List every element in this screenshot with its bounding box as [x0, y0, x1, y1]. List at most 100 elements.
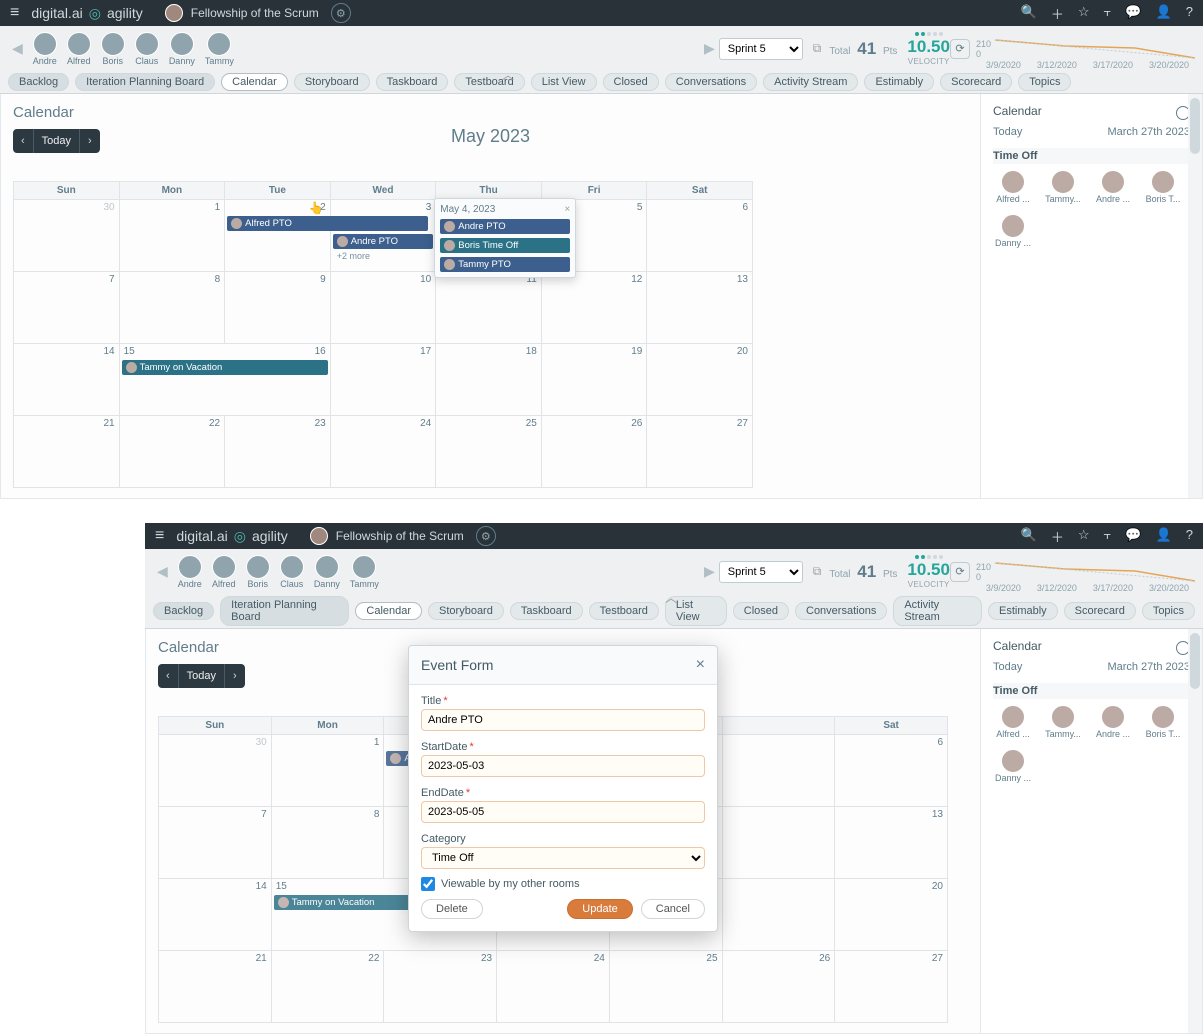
tab-storyboard[interactable]: Storyboard: [294, 73, 370, 91]
scrollbar-thumb[interactable]: [1190, 98, 1200, 154]
day-cell[interactable]: [722, 807, 835, 879]
tab-ipb[interactable]: Iteration Planning Board: [75, 73, 215, 91]
day-cell[interactable]: 30: [159, 735, 272, 807]
cal-next-button[interactable]: ›: [225, 664, 245, 688]
user-icon[interactable]: 👤: [1156, 527, 1172, 546]
chevron-up-icon[interactable]: ︿: [665, 589, 677, 606]
refresh-icon[interactable]: ⟳: [950, 562, 970, 582]
day-cell[interactable]: 4 May 4, 2023 × Andre PTO Boris Time Off…: [436, 200, 542, 272]
timeoff-person[interactable]: Danny ...: [993, 749, 1033, 783]
timeoff-person[interactable]: Andre ...: [1093, 705, 1133, 739]
day-cell[interactable]: 9: [225, 272, 331, 344]
day-cell[interactable]: 6: [647, 200, 753, 272]
day-cell[interactable]: 21: [159, 951, 272, 1023]
vertical-scrollbar[interactable]: [1188, 629, 1202, 1033]
day-cell[interactable]: 1: [119, 200, 225, 272]
event-pill[interactable]: Boris Time Off: [440, 238, 570, 253]
day-cell[interactable]: 6: [835, 735, 948, 807]
team-member[interactable]: Tammy: [205, 32, 234, 66]
day-cell[interactable]: 14: [159, 879, 272, 951]
title-input[interactable]: [421, 709, 705, 731]
event-pill[interactable]: Tammy on Vacation: [122, 360, 328, 375]
day-cell[interactable]: 25: [436, 416, 542, 488]
update-button[interactable]: Update: [567, 899, 632, 919]
tab-scorecard[interactable]: Scorecard: [940, 73, 1012, 91]
day-cell[interactable]: 17: [330, 344, 436, 416]
tab-activity[interactable]: Activity Stream: [763, 73, 858, 91]
tab-conversations[interactable]: Conversations: [795, 602, 887, 620]
puzzle-icon[interactable]: ⫟: [1104, 527, 1112, 546]
team-member[interactable]: Boris: [246, 555, 270, 589]
day-cell[interactable]: 13: [835, 807, 948, 879]
gear-icon[interactable]: ⚙: [331, 3, 351, 23]
plus-icon[interactable]: ＋: [1051, 4, 1064, 23]
day-cell[interactable]: 3 Andre PTO +2 more: [330, 200, 436, 272]
day-cell[interactable]: 26: [541, 416, 647, 488]
day-cell[interactable]: 7: [159, 807, 272, 879]
day-cell[interactable]: 21: [14, 416, 120, 488]
team-member[interactable]: Claus: [135, 32, 159, 66]
day-cell[interactable]: 22: [271, 951, 384, 1023]
close-icon[interactable]: ×: [696, 656, 705, 674]
day-cell[interactable]: 25: [609, 951, 722, 1023]
day-cell[interactable]: 22: [119, 416, 225, 488]
tab-taskboard[interactable]: Taskboard: [510, 602, 583, 620]
day-cell[interactable]: 20: [647, 344, 753, 416]
day-cell[interactable]: 18: [436, 344, 542, 416]
day-cell[interactable]: 2 👆 Alfred PTO: [225, 200, 331, 272]
event-pill[interactable]: Tammy PTO: [440, 257, 570, 272]
tab-calendar[interactable]: Calendar: [355, 602, 422, 620]
event-pill[interactable]: Andre PTO: [333, 234, 434, 249]
refresh-icon[interactable]: ⟳: [950, 39, 970, 59]
tab-backlog[interactable]: Backlog: [8, 73, 69, 91]
plus-icon[interactable]: ＋: [1051, 527, 1064, 546]
tab-topics[interactable]: Topics: [1142, 602, 1195, 620]
tab-estimably[interactable]: Estimably: [988, 602, 1058, 620]
day-cell[interactable]: 12: [541, 272, 647, 344]
team-member[interactable]: Boris: [101, 32, 125, 66]
tab-calendar[interactable]: Calendar: [221, 73, 288, 91]
team-scroll-left-icon[interactable]: ◀: [8, 40, 27, 57]
viewable-checkbox-row[interactable]: Viewable by my other rooms: [421, 877, 705, 891]
cal-next-button[interactable]: ›: [80, 129, 100, 153]
tab-testboard[interactable]: Testboard: [454, 73, 524, 91]
star-icon[interactable]: ☆: [1078, 527, 1090, 546]
cancel-button[interactable]: Cancel: [641, 899, 705, 919]
star-icon[interactable]: ☆: [1078, 4, 1090, 23]
day-cell[interactable]: 14: [14, 344, 120, 416]
more-events-link[interactable]: +2 more: [333, 249, 434, 263]
startdate-input[interactable]: [421, 755, 705, 777]
day-cell[interactable]: 24: [330, 416, 436, 488]
cal-today-button[interactable]: Today: [178, 664, 225, 688]
day-cell[interactable]: 10: [330, 272, 436, 344]
timeoff-person[interactable]: Boris T...: [1143, 705, 1183, 739]
team-scroll-left-icon[interactable]: ◀: [153, 563, 172, 580]
timeoff-person[interactable]: Tammy...: [1043, 705, 1083, 739]
timeoff-person[interactable]: Tammy...: [1043, 170, 1083, 204]
tab-conversations[interactable]: Conversations: [665, 73, 757, 91]
project-crumb[interactable]: Fellowship of the Scrum: [165, 4, 319, 22]
chat-icon[interactable]: 💬: [1125, 527, 1141, 546]
tab-backlog[interactable]: Backlog: [153, 602, 214, 620]
tab-closed[interactable]: Closed: [733, 602, 789, 620]
hamburger-icon[interactable]: ≡: [155, 527, 164, 545]
help-icon[interactable]: ?: [1186, 4, 1193, 23]
category-select[interactable]: Time Off: [421, 847, 705, 869]
timeoff-person[interactable]: Andre ...: [1093, 170, 1133, 204]
delete-button[interactable]: Delete: [421, 899, 483, 919]
tab-closed[interactable]: Closed: [603, 73, 659, 91]
project-crumb[interactable]: Fellowship of the Scrum: [310, 527, 464, 545]
close-icon[interactable]: ×: [564, 204, 570, 215]
day-cell[interactable]: 8: [271, 807, 384, 879]
day-cell[interactable]: 23: [384, 951, 497, 1023]
tab-activity[interactable]: Activity Stream: [893, 596, 982, 626]
day-cell[interactable]: 15 16 Tammy on Vacation: [119, 344, 330, 416]
day-cell[interactable]: 26: [722, 951, 835, 1023]
event-pill[interactable]: Andre PTO: [440, 219, 570, 234]
day-cell[interactable]: 13: [647, 272, 753, 344]
enddate-input[interactable]: [421, 801, 705, 823]
search-icon[interactable]: 🔍: [1021, 4, 1037, 23]
team-member[interactable]: Tammy: [350, 555, 379, 589]
tab-taskboard[interactable]: Taskboard: [376, 73, 449, 91]
help-icon[interactable]: ?: [1186, 527, 1193, 546]
